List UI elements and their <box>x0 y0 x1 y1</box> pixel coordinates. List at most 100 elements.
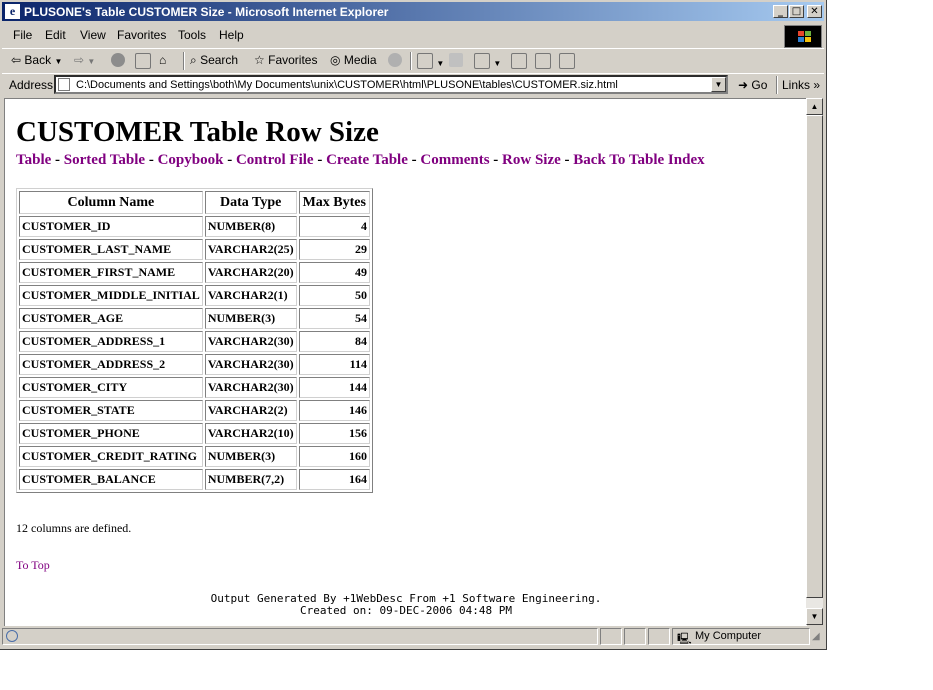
discuss-icon <box>511 53 527 69</box>
nav-link-row-size[interactable]: Row Size <box>502 152 561 168</box>
cell-max-bytes: 54 <box>298 308 370 329</box>
nav-link-copybook[interactable]: Copybook <box>158 152 224 168</box>
menu-view[interactable]: View <box>80 28 106 42</box>
back-label: Back <box>24 53 52 67</box>
menu-help[interactable]: Help <box>219 28 244 42</box>
mail-icon <box>417 53 433 69</box>
media-icon: ◎ <box>330 53 341 67</box>
back-button[interactable]: ⇦ Back ▼ <box>11 53 62 67</box>
favorites-button[interactable]: ☆ Favorites <box>254 53 317 67</box>
window-title: PLUSONE's Table CUSTOMER Size - Microsof… <box>24 5 389 19</box>
stop-button[interactable] <box>111 53 125 67</box>
column-header-name: Column Name <box>19 191 203 214</box>
menu-bar: File Edit View Favorites Tools Help <box>2 24 824 46</box>
nav-link-table[interactable]: Table <box>16 152 51 168</box>
nav-separator: - <box>223 152 236 168</box>
mail-button[interactable]: ▼ <box>417 53 444 69</box>
discuss-button[interactable] <box>511 53 527 69</box>
menu-file[interactable]: File <box>13 28 32 42</box>
column-header-bytes: Max Bytes <box>298 191 370 214</box>
address-dropdown-button[interactable]: ▼ <box>711 77 726 92</box>
nav-separator: - <box>407 152 421 168</box>
edit-button[interactable]: ▼ <box>474 53 501 69</box>
column-count-text: 12 columns are defined. <box>16 521 132 535</box>
search-label: Search <box>200 53 239 67</box>
resize-grip-icon[interactable]: ◢ <box>812 631 820 642</box>
page-title: CUSTOMER Table Row Size <box>16 116 379 148</box>
minimize-button[interactable]: _ <box>773 5 788 18</box>
address-input[interactable]: C:\Documents and Settings\both\My Docume… <box>54 75 728 94</box>
search-button[interactable]: ⌕ Search <box>190 53 238 68</box>
dropdown-arrow-icon: ▼ <box>493 59 502 68</box>
favorites-label: Favorites <box>268 53 318 67</box>
forward-button[interactable]: ⇨ ▼ <box>74 53 95 67</box>
forward-arrow-icon: ⇨ <box>74 53 85 67</box>
cell-data-type: VARCHAR2(25) <box>204 239 297 260</box>
nav-link-sorted-table[interactable]: Sorted Table <box>64 152 145 168</box>
refresh-icon <box>135 53 151 69</box>
menu-favorites[interactable]: Favorites <box>117 28 166 42</box>
toolbar-separator <box>183 52 185 70</box>
media-button[interactable]: ◎ Media <box>330 53 377 67</box>
cell-data-type: NUMBER(8) <box>204 216 297 237</box>
vertical-scrollbar[interactable]: ▲ ▼ <box>806 98 823 625</box>
cell-column-name: CUSTOMER_LAST_NAME <box>19 239 203 260</box>
to-top-link[interactable]: To Top <box>16 558 50 573</box>
print-button[interactable] <box>449 53 463 67</box>
messenger-button[interactable] <box>559 53 575 69</box>
cell-column-name: CUSTOMER_PHONE <box>19 423 203 444</box>
home-button[interactable]: ⌂ <box>159 53 166 67</box>
menu-tools[interactable]: Tools <box>178 28 206 42</box>
cell-data-type: VARCHAR2(2) <box>204 400 297 421</box>
nav-link-comments[interactable]: Comments <box>420 152 489 168</box>
cell-max-bytes: 164 <box>298 469 370 490</box>
table-row: CUSTOMER_AGE NUMBER(3) 54 <box>19 308 370 329</box>
scroll-up-button[interactable]: ▲ <box>806 98 823 115</box>
status-panel <box>624 628 646 645</box>
table-row: CUSTOMER_PHONE VARCHAR2(10) 156 <box>19 423 370 444</box>
scroll-thumb[interactable] <box>806 115 823 598</box>
table-row: CUSTOMER_CREDIT_RATING NUMBER(3) 160 <box>19 446 370 467</box>
cell-column-name: CUSTOMER_ID <box>19 216 203 237</box>
cell-column-name: CUSTOMER_CREDIT_RATING <box>19 446 203 467</box>
table-row: CUSTOMER_STATE VARCHAR2(2) 146 <box>19 400 370 421</box>
menu-edit[interactable]: Edit <box>45 28 66 42</box>
links-button[interactable]: Links » <box>782 78 820 92</box>
page-icon <box>58 78 70 91</box>
table-row: CUSTOMER_LAST_NAME VARCHAR2(25) 29 <box>19 239 370 260</box>
close-button[interactable]: ✕ <box>807 5 822 18</box>
standard-toolbar: ⇦ Back ▼ ⇨ ▼ ⌂ ⌕ Search ☆ Favorites ◎ Me… <box>2 48 824 73</box>
nav-link-create-table[interactable]: Create Table <box>326 152 408 168</box>
status-bar: 🖳 My Computer ◢ <box>2 627 824 647</box>
go-button[interactable]: ➜ Go <box>738 78 767 92</box>
cell-max-bytes: 160 <box>298 446 370 467</box>
address-label: Address <box>9 78 54 92</box>
computer-icon: 🖳 <box>677 633 692 645</box>
nav-separator: - <box>145 152 158 168</box>
go-arrow-icon: ➜ <box>738 78 749 92</box>
stop-icon <box>111 53 125 67</box>
cell-max-bytes: 49 <box>298 262 370 283</box>
refresh-button[interactable] <box>135 53 151 69</box>
nav-link-control-file[interactable]: Control File <box>236 152 314 168</box>
status-text-panel <box>2 628 598 645</box>
table-row: CUSTOMER_MIDDLE_INITIAL VARCHAR2(1) 50 <box>19 285 370 306</box>
status-panel <box>600 628 622 645</box>
table-row: CUSTOMER_FIRST_NAME VARCHAR2(20) 49 <box>19 262 370 283</box>
page-nav-links: Table - Sorted Table - Copybook - Contro… <box>16 152 705 169</box>
cell-data-type: VARCHAR2(30) <box>204 377 297 398</box>
cell-max-bytes: 156 <box>298 423 370 444</box>
scroll-down-button[interactable]: ▼ <box>806 608 823 625</box>
cell-column-name: CUSTOMER_BALANCE <box>19 469 203 490</box>
favorites-star-icon: ☆ <box>254 53 265 67</box>
nav-separator: - <box>560 152 574 168</box>
cell-max-bytes: 114 <box>298 354 370 375</box>
cell-max-bytes: 50 <box>298 285 370 306</box>
research-button[interactable] <box>535 53 551 69</box>
nav-separator: - <box>489 152 503 168</box>
history-button[interactable] <box>388 53 402 67</box>
cell-data-type: VARCHAR2(20) <box>204 262 297 283</box>
nav-link-back-to-index[interactable]: Back To Table Index <box>573 152 704 168</box>
status-panel <box>648 628 670 645</box>
maximize-button[interactable]: □ <box>789 5 804 18</box>
